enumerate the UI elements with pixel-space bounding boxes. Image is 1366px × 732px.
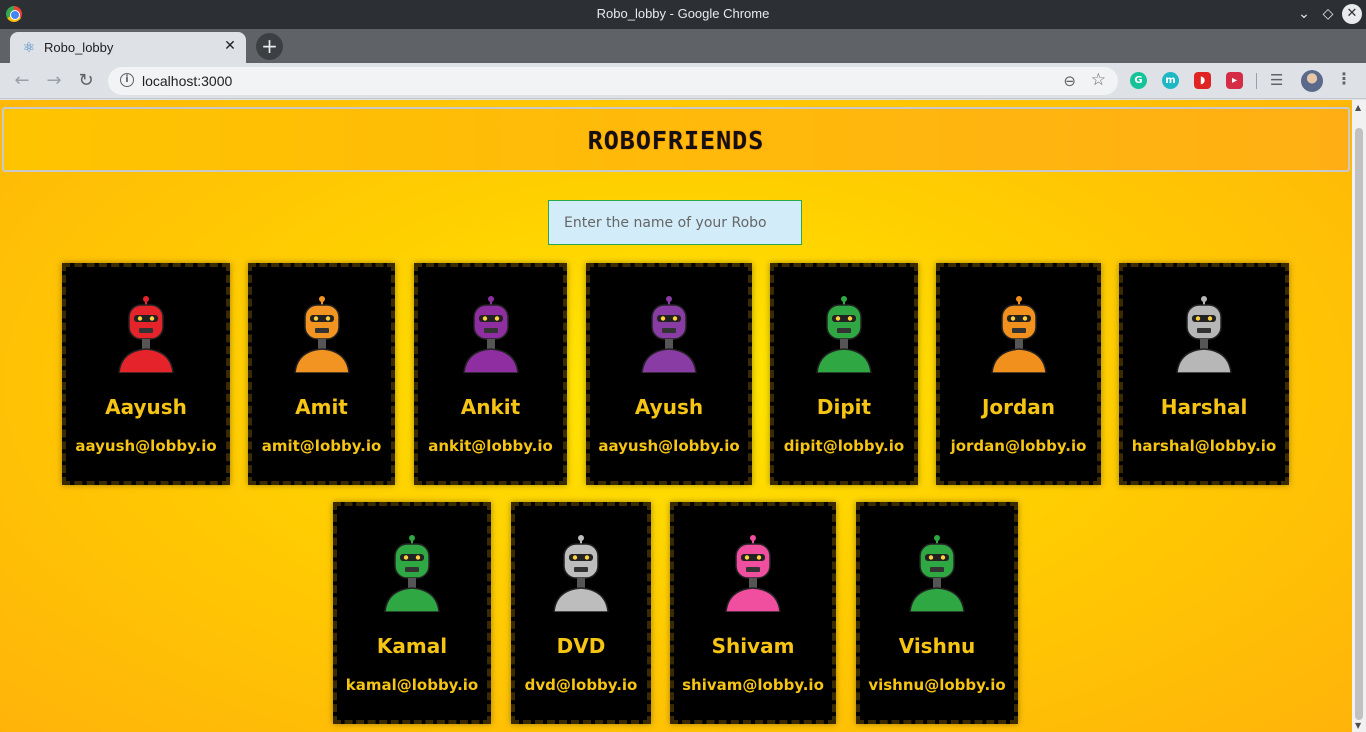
media-extension-icon[interactable]: ▸ [1226,72,1243,89]
scrollbar-thumb[interactable] [1355,128,1363,720]
robot-avatar [816,296,872,373]
site-info-icon[interactable]: i [120,73,134,87]
app-logo: ROBOFRIENDS [587,126,765,155]
react-icon: ⚛ [22,40,36,56]
robot-avatar [1176,296,1232,373]
m-extension-icon[interactable]: m [1162,72,1179,89]
scroll-up-icon[interactable]: ▲ [1355,103,1361,112]
red-extension-icon[interactable]: ◗ [1194,72,1211,89]
robot-email: dipit@lobby.io [783,437,905,455]
back-arrow-icon[interactable]: ← [10,69,34,93]
robot-avatar [909,535,965,612]
robot-avatar [384,535,440,612]
robot-card: Aayush aayush@lobby.io [62,263,230,485]
page-header: ROBOFRIENDS [2,107,1350,172]
robot-card: Shivam shivam@lobby.io [670,502,836,724]
page-viewport: ROBOFRIENDS Aayush aayush@lobby.io [0,100,1352,732]
chrome-menu-icon[interactable]: ⋮ [1336,69,1352,88]
toolbar-divider [1256,73,1257,89]
robot-email: jordan@lobby.io [950,437,1087,455]
tab-strip: ⚛ Robo_lobby ✕ + [0,29,1366,63]
robot-email: dvd@lobby.io [524,676,638,694]
robot-avatar [641,296,697,373]
reload-icon[interactable]: ↻ [74,69,98,93]
robot-avatar [462,296,519,373]
robot-avatar [553,535,609,612]
robot-name: Jordan [981,395,1056,419]
profile-avatar[interactable] [1301,70,1323,92]
browser-toolbar: ← → ↻ i localhost:3000 ⊖ ☆ G m ◗ ▸ ☰ ⋮ [0,63,1366,99]
robot-email: amit@lobby.io [261,437,382,455]
zoom-icon[interactable]: ⊖ [1063,72,1076,90]
minimize-icon[interactable]: ⌄ [1294,4,1314,24]
robot-name: Dipit [816,395,872,419]
bookmark-star-icon[interactable]: ☆ [1091,70,1106,90]
robot-card: Amit amit@lobby.io [248,263,395,485]
url-text[interactable]: localhost:3000 [142,73,232,89]
robot-name: Vishnu [898,634,976,658]
robot-email: harshal@lobby.io [1131,437,1277,455]
robot-avatar [118,296,174,373]
robot-name: Kamal [376,634,448,658]
robot-card: DVD dvd@lobby.io [511,502,651,724]
tab-title: Robo_lobby [44,40,114,55]
robot-email: ankit@lobby.io [428,437,553,455]
media-control-icon[interactable]: ☰ [1270,71,1283,89]
window-titlebar: Robo_lobby - Google Chrome ⌄ ◇ ✕ [0,0,1366,29]
robot-card: Dipit dipit@lobby.io [770,263,918,485]
forward-arrow-icon[interactable]: → [42,69,66,93]
robot-name: Ankit [460,395,521,419]
search-input[interactable] [548,200,802,245]
robot-avatar [990,296,1047,373]
robot-card: Ankit ankit@lobby.io [414,263,567,485]
robot-card: Ayush aayush@lobby.io [586,263,752,485]
robot-name: Shivam [711,634,795,658]
grammarly-extension-icon[interactable]: G [1130,72,1147,89]
robot-email: aayush@lobby.io [75,437,217,455]
robot-avatar [293,296,350,373]
tab-robo-lobby[interactable]: ⚛ Robo_lobby ✕ [10,32,246,63]
robot-name: Aayush [105,395,187,419]
robot-name: Amit [295,395,348,419]
close-window-icon[interactable]: ✕ [1342,4,1362,24]
maximize-icon[interactable]: ◇ [1318,4,1338,24]
robot-email: shivam@lobby.io [682,676,824,694]
robot-avatar [725,535,781,612]
robot-card: Harshal harshal@lobby.io [1119,263,1289,485]
new-tab-button[interactable]: + [256,33,283,60]
robot-name: Ayush [634,395,704,419]
scroll-down-icon[interactable]: ▼ [1355,721,1361,730]
robot-email: kamal@lobby.io [345,676,479,694]
window-title: Robo_lobby - Google Chrome [596,6,770,21]
address-bar[interactable]: i localhost:3000 ⊖ ☆ [108,67,1118,95]
robot-email: aayush@lobby.io [598,437,740,455]
robot-card: Vishnu vishnu@lobby.io [856,502,1018,724]
robot-name: Harshal [1160,395,1248,419]
page-scrollbar[interactable]: ▲ ▼ [1352,100,1366,732]
robot-name: DVD [556,634,606,658]
robot-email: vishnu@lobby.io [868,676,1006,694]
close-tab-icon[interactable]: ✕ [222,38,238,54]
robot-card: Kamal kamal@lobby.io [333,502,491,724]
robot-card: Jordan jordan@lobby.io [936,263,1101,485]
